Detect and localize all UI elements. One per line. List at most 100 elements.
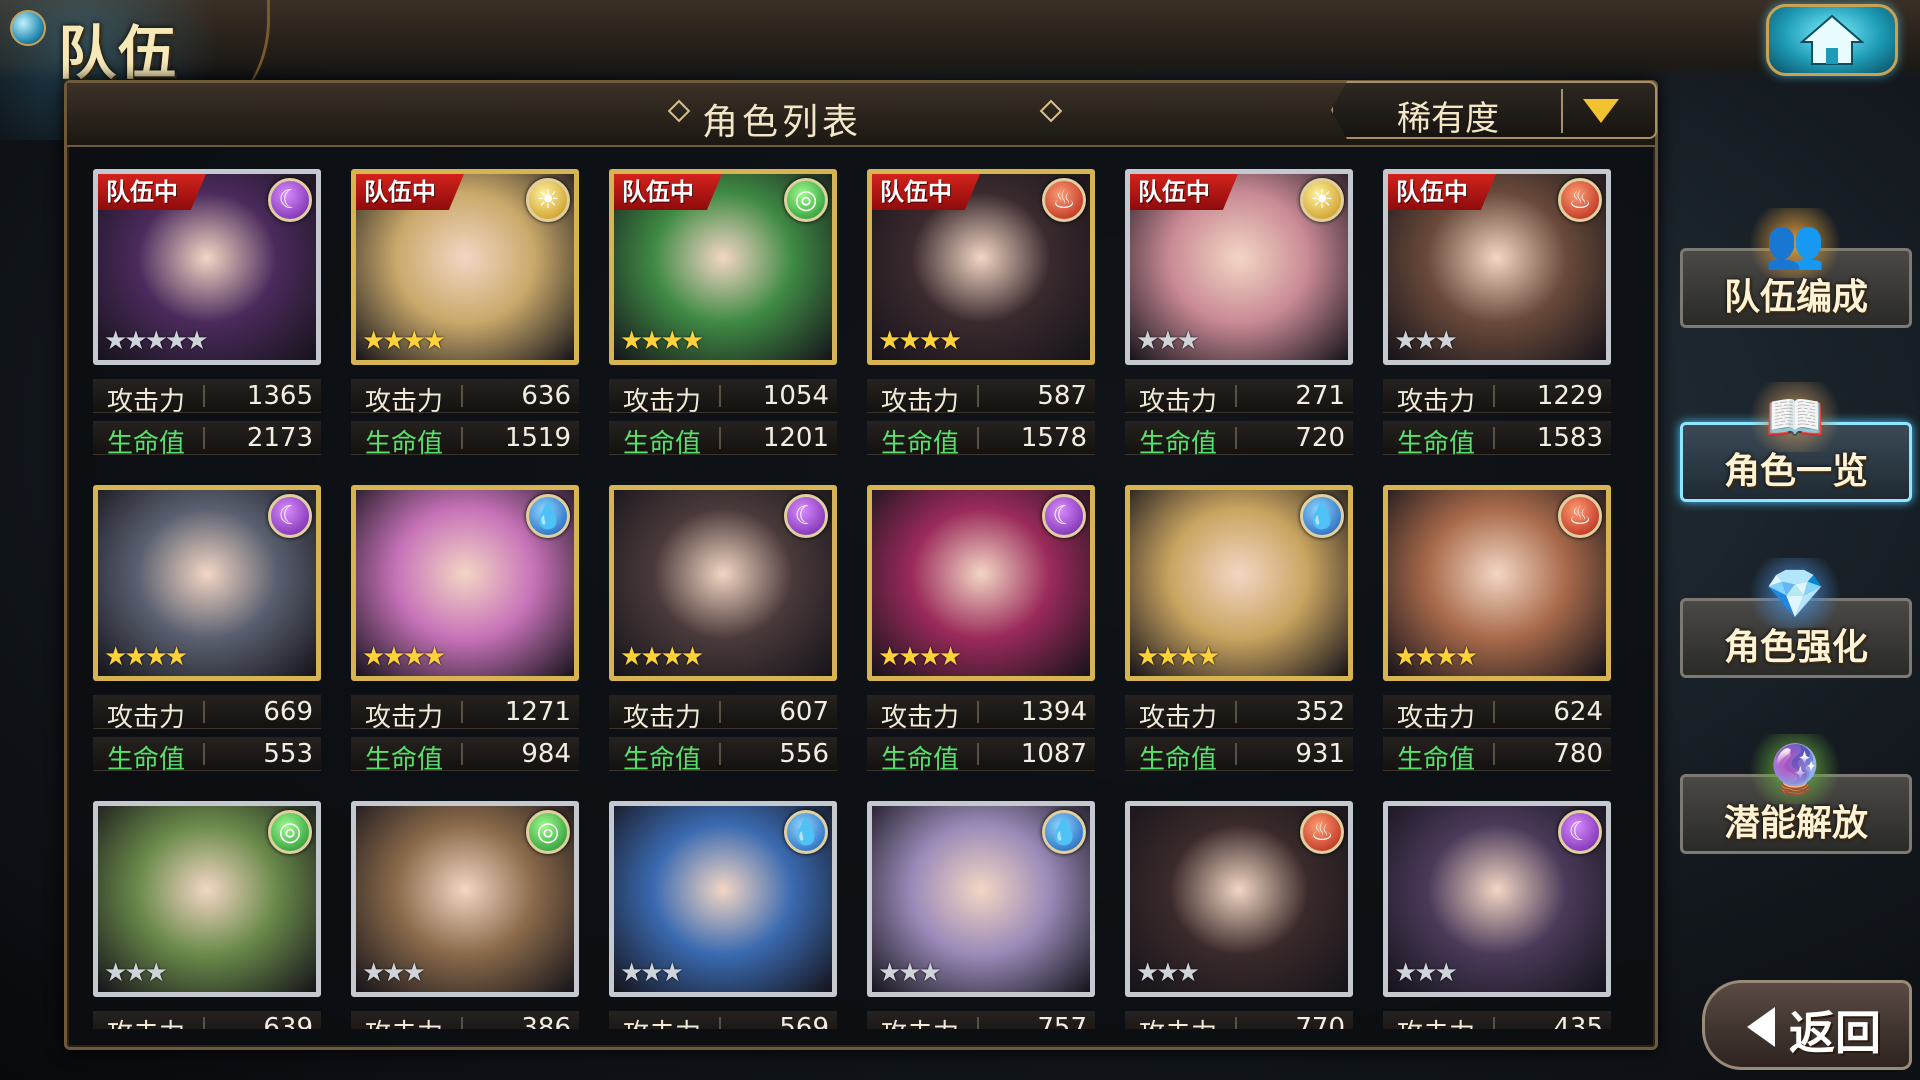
star-rating-icon: ★★★ — [620, 958, 684, 988]
character-portrait[interactable]: 💧 ★★★ — [609, 801, 837, 997]
stat-divider — [1235, 427, 1237, 449]
hp-stat-label: 生命值 — [881, 745, 960, 775]
hp-stat-value: 1201 — [762, 423, 829, 453]
character-card[interactable]: 队伍中 ♨ ★★★ 攻击力 1229 生命值 1583 — [1383, 169, 1611, 459]
home-button[interactable] — [1766, 4, 1898, 76]
hp-stat-label: 生命值 — [1397, 429, 1476, 459]
attack-stat: 攻击力 386 — [351, 1011, 579, 1029]
star-rating-icon: ★★★★ — [362, 642, 446, 672]
side-menu-button[interactable]: 📖 角色一览 — [1680, 382, 1912, 502]
stat-divider — [203, 427, 205, 449]
character-card[interactable]: ☾ ★★★★ 攻击力 1394 生命值 1087 — [867, 485, 1095, 775]
character-portrait[interactable]: 队伍中 ☾ ★★★★★ — [93, 169, 321, 365]
attack-stat: 攻击力 1229 — [1383, 379, 1611, 417]
side-menu-button[interactable]: 💎 角色强化 — [1680, 558, 1912, 678]
attack-stat-label: 攻击力 — [1397, 387, 1476, 417]
attack-stat-value: 1229 — [1536, 381, 1603, 411]
character-card[interactable]: ☾ ★★★ 攻击力 435 — [1383, 801, 1611, 1029]
attack-stat-label: 攻击力 — [365, 703, 444, 733]
side-menu-button[interactable]: 🔮 潜能解放 — [1680, 734, 1912, 854]
hp-stat-label: 生命值 — [623, 745, 702, 775]
character-portrait[interactable]: 队伍中 ♨ ★★★★ — [867, 169, 1095, 365]
attack-stat-label: 攻击力 — [365, 387, 444, 417]
hp-stat-value: 553 — [263, 739, 313, 769]
character-card[interactable]: 队伍中 ☀ ★★★ 攻击力 271 生命值 720 — [1125, 169, 1353, 459]
panel-header: 角色列表 稀有度 — [67, 81, 1657, 147]
stat-divider — [1235, 385, 1237, 407]
in-team-badge: 队伍中 — [614, 174, 722, 210]
character-portrait[interactable]: 队伍中 ☀ ★★★ — [1125, 169, 1353, 365]
character-card[interactable]: 💧 ★★★ 攻击力 757 — [867, 801, 1095, 1029]
character-card[interactable]: 队伍中 ☀ ★★★★ 攻击力 636 生命值 1519 — [351, 169, 579, 459]
chevron-down-icon[interactable] — [1583, 99, 1619, 123]
attack-stat-label: 攻击力 — [1139, 387, 1218, 417]
character-portrait[interactable]: ♨ ★★★★ — [1383, 485, 1611, 681]
back-arrow-icon — [1747, 1007, 1775, 1047]
character-portrait[interactable]: ☾ ★★★★ — [867, 485, 1095, 681]
stat-divider — [461, 743, 463, 765]
stat-divider — [719, 743, 721, 765]
star-rating-icon: ★★★★ — [362, 326, 446, 356]
character-portrait[interactable]: 💧 ★★★★ — [1125, 485, 1353, 681]
character-card[interactable]: ♨ ★★★ 攻击力 770 — [1125, 801, 1353, 1029]
stat-divider — [461, 427, 463, 449]
stat-divider — [719, 385, 721, 407]
fire-element-icon: ♨ — [1300, 810, 1344, 854]
character-portrait[interactable]: 队伍中 ♨ ★★★ — [1383, 169, 1611, 365]
side-menu-button[interactable]: 👥 队伍编成 — [1680, 208, 1912, 328]
water-element-icon: 💧 — [1042, 810, 1086, 854]
character-list-panel: 角色列表 稀有度 队伍中 ☾ ★★★★★ 攻击力 1365 生命值 2173 队伍中 ☀ ★★★★… — [64, 80, 1658, 1050]
wind-element-icon: ◎ — [526, 810, 570, 854]
character-card[interactable]: ◎ ★★★ 攻击力 386 — [351, 801, 579, 1029]
moon-element-icon: ☾ — [1042, 494, 1086, 538]
character-card[interactable]: 💧 ★★★ 攻击力 569 — [609, 801, 837, 1029]
attack-stat: 攻击力 352 — [1125, 695, 1353, 733]
sort-dropdown[interactable]: 稀有度 — [1331, 81, 1657, 139]
hp-stat: 生命值 1578 — [867, 421, 1095, 459]
character-portrait[interactable]: ☾ ★★★ — [1383, 801, 1611, 997]
panel-title: 角色列表 — [701, 102, 862, 143]
character-card[interactable]: ◎ ★★★ 攻击力 639 — [93, 801, 321, 1029]
character-card[interactable]: 队伍中 ♨ ★★★★ 攻击力 587 生命值 1578 — [867, 169, 1095, 459]
star-rating-icon: ★★★★ — [104, 642, 188, 672]
star-rating-icon: ★★★ — [104, 958, 168, 988]
hp-stat-label: 生命值 — [107, 745, 186, 775]
fire-element-icon: ♨ — [1558, 178, 1602, 222]
attack-stat-value: 271 — [1295, 381, 1345, 411]
side-menu-label: 角色强化 — [1723, 627, 1868, 668]
character-card[interactable]: ♨ ★★★★ 攻击力 624 生命值 780 — [1383, 485, 1611, 775]
hp-stat-value: 984 — [521, 739, 571, 769]
stat-divider — [203, 743, 205, 765]
character-card[interactable]: ☾ ★★★★ 攻击力 669 生命值 553 — [93, 485, 321, 775]
character-portrait[interactable]: ♨ ★★★ — [1125, 801, 1353, 997]
attack-stat-value: 636 — [521, 381, 571, 411]
character-portrait[interactable]: 队伍中 ◎ ★★★★ — [609, 169, 837, 365]
stat-divider — [1235, 1017, 1237, 1029]
attack-stat-value: 435 — [1553, 1013, 1603, 1029]
stat-divider — [1235, 743, 1237, 765]
attack-stat: 攻击力 1394 — [867, 695, 1095, 733]
character-portrait[interactable]: ☾ ★★★★ — [93, 485, 321, 681]
character-portrait[interactable]: ◎ ★★★ — [351, 801, 579, 997]
character-portrait[interactable]: 队伍中 ☀ ★★★★ — [351, 169, 579, 365]
fire-element-icon: ♨ — [1042, 178, 1086, 222]
character-card[interactable]: 队伍中 ◎ ★★★★ 攻击力 1054 生命值 1201 — [609, 169, 837, 459]
character-card[interactable]: 💧 ★★★★ 攻击力 1271 生命值 984 — [351, 485, 579, 775]
moon-element-icon: ☾ — [784, 494, 828, 538]
character-portrait[interactable]: ☾ ★★★★ — [609, 485, 837, 681]
attack-stat: 攻击力 271 — [1125, 379, 1353, 417]
character-portrait[interactable]: 💧 ★★★★ — [351, 485, 579, 681]
attack-stat: 攻击力 639 — [93, 1011, 321, 1029]
character-card[interactable]: 💧 ★★★★ 攻击力 352 生命值 931 — [1125, 485, 1353, 775]
character-portrait[interactable]: ◎ ★★★ — [93, 801, 321, 997]
hp-stat-value: 1087 — [1020, 739, 1087, 769]
attack-stat-label: 攻击力 — [1397, 703, 1476, 733]
character-card[interactable]: 队伍中 ☾ ★★★★★ 攻击力 1365 生命值 2173 — [93, 169, 321, 459]
attack-stat: 攻击力 587 — [867, 379, 1095, 417]
attack-stat-value: 624 — [1553, 697, 1603, 727]
hp-stat-value: 1519 — [504, 423, 571, 453]
character-card[interactable]: ☾ ★★★★ 攻击力 607 生命值 556 — [609, 485, 837, 775]
back-button[interactable]: 返回 — [1702, 980, 1912, 1070]
character-portrait[interactable]: 💧 ★★★ — [867, 801, 1095, 997]
hp-stat: 生命值 720 — [1125, 421, 1353, 459]
